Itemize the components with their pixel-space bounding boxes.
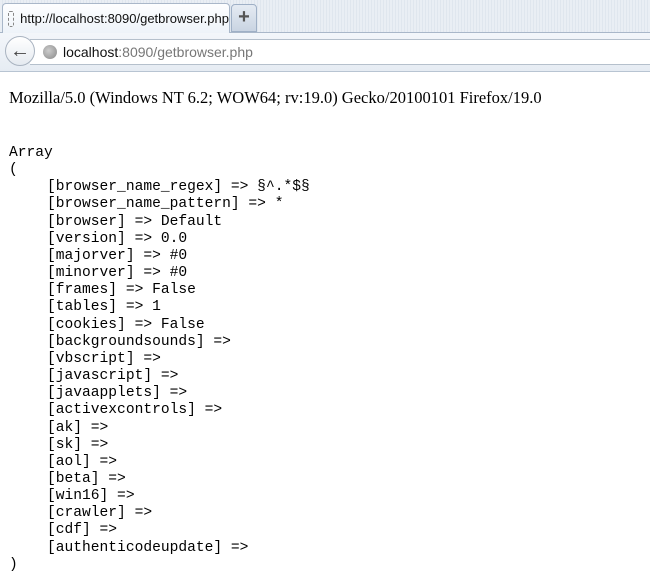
array-entry: [javascript] => <box>47 368 179 385</box>
array-entry: [browser_name_pattern] => * <box>47 196 284 213</box>
url-bar[interactable]: localhost:8090/getbrowser.php <box>30 39 650 65</box>
tab-getbrowser[interactable]: http://localhost:8090/getbrowser.php <box>2 3 230 33</box>
array-entry: [cookies] => False <box>47 316 205 333</box>
back-arrow-icon: ← <box>10 40 30 62</box>
navigation-bar: localhost:8090/getbrowser.php ← <box>0 33 650 72</box>
array-entry: [authenticodeupdate] => <box>47 539 249 556</box>
array-entry: [browser] => Default <box>47 213 223 230</box>
array-entry: [crawler] => <box>47 505 153 522</box>
new-tab-button[interactable]: + <box>231 4 257 32</box>
paren-close: ) <box>9 556 18 573</box>
tab-strip: http://localhost:8090/getbrowser.php + <box>0 0 650 33</box>
page-icon <box>8 10 15 27</box>
array-open: Array <box>9 145 53 161</box>
array-entry: [sk] => <box>47 436 109 453</box>
array-entry: [aol] => <box>47 453 118 470</box>
back-button[interactable]: ← <box>5 36 35 66</box>
user-agent-text: Mozilla/5.0 (Windows NT 6.2; WOW64; rv:1… <box>9 88 542 107</box>
array-entry: [javaapplets] => <box>47 385 188 402</box>
array-entry: [win16] => <box>47 488 135 505</box>
tab-title: http://localhost:8090/getbrowser.php <box>20 11 229 26</box>
url-host: localhost <box>63 44 119 60</box>
array-entry: [frames] => False <box>47 282 196 299</box>
array-entry: [tables] => 1 <box>47 299 161 316</box>
array-entry: [beta] => <box>47 470 126 487</box>
array-entry: [backgroundsounds] => <box>47 333 231 350</box>
array-entry: [activexcontrols] => <box>47 402 223 419</box>
array-entry: [browser_name_regex] => §^.*$§ <box>47 179 310 196</box>
array-dump: Array ( [browser_name_regex] => §^.*$§ [b… <box>9 145 310 574</box>
array-entry: [vbscript] => <box>47 350 161 367</box>
globe-icon <box>43 45 57 59</box>
array-entry: [cdf] => <box>47 522 118 539</box>
array-entry: [minorver] => #0 <box>47 265 188 282</box>
array-entry: [version] => 0.0 <box>47 230 188 247</box>
array-entry: [majorver] => #0 <box>47 247 188 264</box>
url-path: :8090/getbrowser.php <box>118 44 253 60</box>
paren-open: ( <box>9 162 18 179</box>
array-entry: [ak] => <box>47 419 109 436</box>
